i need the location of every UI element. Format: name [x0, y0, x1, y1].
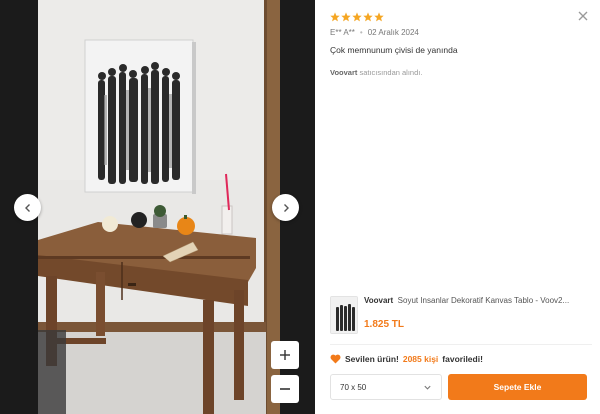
divider	[330, 344, 592, 345]
size-select-value: 70 x 50	[340, 382, 367, 392]
favorites-count: 2085 kişi	[402, 354, 439, 364]
product-title[interactable]: Voovart Soyut Insanlar Dekoratif Kanvas …	[364, 296, 594, 305]
add-to-cart-button[interactable]: Sepete Ekle	[448, 374, 587, 400]
product-thumbnail[interactable]	[330, 296, 358, 334]
product-name: Soyut Insanlar Dekoratif Kanvas Tablo - …	[397, 296, 570, 305]
favorites-suffix: favoriledi!	[442, 354, 483, 364]
chevron-right-icon	[283, 203, 289, 212]
image-viewer	[0, 0, 315, 414]
seller-name: Voovart	[330, 68, 358, 77]
review-panel: E** A** • 02 Aralık 2024 Çok memnunum çivi…	[315, 0, 600, 414]
review-meta: E** A** • 02 Aralık 2024	[330, 28, 419, 37]
previous-image-button[interactable]	[14, 194, 41, 221]
zoom-in-button[interactable]	[271, 341, 299, 369]
seller-suffix: satıcısından alındı.	[359, 68, 423, 77]
zoom-out-button[interactable]	[271, 375, 299, 403]
star-icon	[352, 12, 362, 22]
star-icon	[363, 12, 373, 22]
star-icon	[341, 12, 351, 22]
favorites-prefix: Sevilen ürün!	[345, 354, 399, 364]
close-icon[interactable]	[576, 9, 590, 23]
star-icon	[374, 12, 384, 22]
review-author: E** A**	[330, 28, 355, 37]
product-brand: Voovart	[364, 296, 394, 305]
minus-icon	[280, 388, 290, 390]
review-photo	[38, 0, 280, 414]
star-icon	[330, 12, 340, 22]
chevron-left-icon	[24, 203, 30, 212]
rating-stars	[330, 12, 384, 22]
heart-icon	[330, 354, 341, 364]
review-date: 02 Aralık 2024	[367, 28, 419, 37]
product-price: 1.825 TL	[364, 319, 405, 330]
review-comment: Çok memnunum çivisi de yanında	[330, 45, 458, 55]
plus-icon	[280, 350, 290, 360]
seller-info: Voovart satıcısından alındı.	[330, 68, 422, 77]
chevron-down-icon	[424, 385, 431, 390]
product-card[interactable]: Voovart Soyut Insanlar Dekoratif Kanvas …	[330, 296, 592, 336]
size-select[interactable]: 70 x 50	[330, 374, 442, 400]
favorites-info: Sevilen ürün! 2085 kişi favoriledi!	[330, 354, 483, 364]
next-image-button[interactable]	[272, 194, 299, 221]
